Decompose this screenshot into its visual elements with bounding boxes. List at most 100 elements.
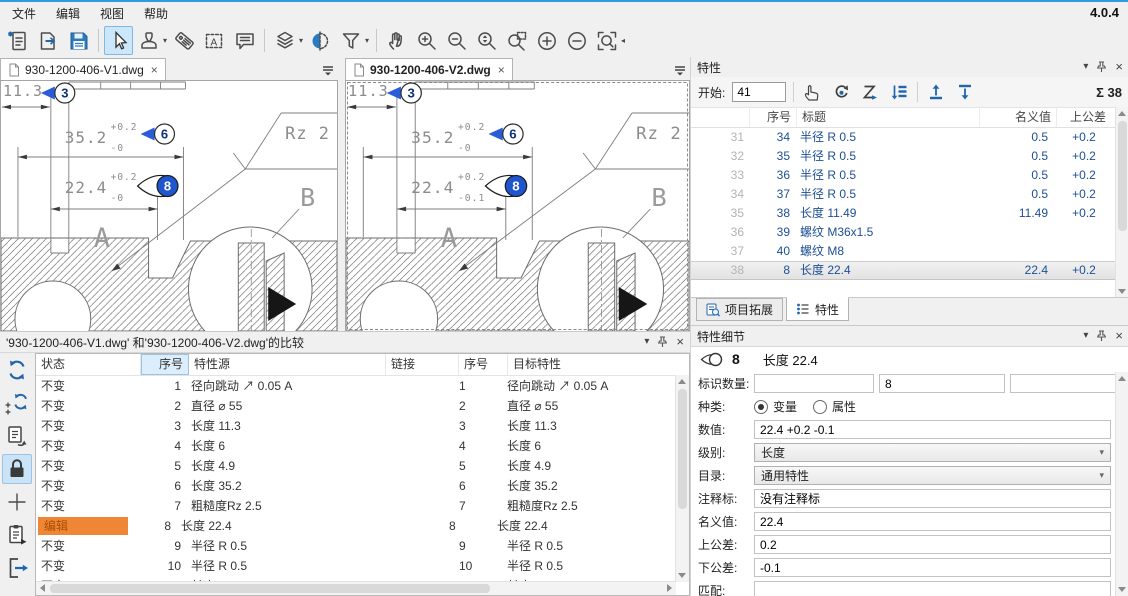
col-upper[interactable]: 上公差	[1057, 107, 1116, 127]
toolbar-overflow-icon[interactable]: ◂	[621, 36, 625, 45]
col-no[interactable]: 序号	[750, 107, 797, 127]
renumber-button[interactable]	[830, 81, 852, 103]
comment-tool-button[interactable]	[230, 26, 259, 55]
details-vertical-scrollbar[interactable]	[1115, 372, 1128, 596]
scroll-left-icon[interactable]	[40, 584, 45, 592]
tab-list-button[interactable]	[670, 60, 690, 80]
balloon-6[interactable]: 6	[141, 124, 175, 144]
col-no-source[interactable]: 序号	[141, 354, 189, 375]
increase-button[interactable]	[532, 26, 561, 55]
zigzag-order-button[interactable]	[859, 81, 881, 103]
report-button[interactable]	[2, 520, 32, 550]
property-row-selected[interactable]: 388长度 22.422.4+0.2-0.1	[691, 261, 1116, 280]
tab-list-button[interactable]	[318, 60, 338, 80]
pan-tool-button[interactable]	[382, 26, 411, 55]
close-icon[interactable]: ×	[1115, 331, 1123, 341]
close-icon[interactable]: ×	[1115, 62, 1123, 72]
balloon-3[interactable]: 3	[41, 83, 75, 103]
scroll-up-icon[interactable]	[1118, 111, 1126, 116]
decrease-button[interactable]	[562, 26, 591, 55]
stamp-tool-button[interactable]	[134, 26, 163, 55]
start-input[interactable]	[732, 82, 786, 102]
scrollbar-thumb[interactable]	[678, 389, 687, 509]
compare-row[interactable]: 不变7粗糙度Rz 2.57粗糙度Rz 2.5	[36, 496, 689, 516]
new-file-button[interactable]	[4, 26, 33, 55]
col-status[interactable]: 状态	[36, 354, 141, 375]
upper-tolerance-input[interactable]	[754, 535, 1111, 554]
select-tool-button[interactable]	[104, 26, 133, 55]
zoom-in-button[interactable]	[412, 26, 441, 55]
balloon-3[interactable]: 3	[387, 83, 422, 103]
compare-vertical-scrollbar[interactable]	[675, 375, 689, 582]
col-nominal[interactable]: 名义值	[980, 107, 1057, 127]
menu-file[interactable]: 文件	[2, 2, 46, 25]
filter-dropdown-caret[interactable]: ▾	[365, 36, 369, 45]
compare-row[interactable]: 不变2直径 ⌀ 552直径 ⌀ 55	[36, 396, 689, 416]
pin-icon[interactable]	[1097, 61, 1106, 73]
tab-properties[interactable]: 特性	[786, 297, 849, 321]
compare-row-edited[interactable]: 编辑8长度 22.48长度 22.4下公差: 0	[36, 516, 689, 536]
property-row[interactable]: 3336半径 R 0.50.5+0.2-0.2	[691, 166, 1116, 185]
scroll-right-icon[interactable]	[667, 584, 672, 592]
tab-930-1200-406-v2[interactable]: 930-1200-406-V2.dwg ×	[345, 58, 513, 80]
id-count-left-input[interactable]	[754, 374, 874, 393]
scrollbar-thumb[interactable]	[50, 584, 490, 593]
zoom-vertical-button[interactable]	[472, 26, 501, 55]
layers-button[interactable]	[270, 26, 299, 55]
pin-icon[interactable]	[1097, 330, 1106, 342]
tab-close-icon[interactable]: ×	[498, 63, 505, 77]
col-source[interactable]: 特性源	[189, 354, 386, 375]
drawing-canvas-v2[interactable]: 11.3 35.2 +0.2 -0 22.4 +0.2 -0.1 Rz 2 A …	[345, 80, 690, 332]
sort-list-button[interactable]	[888, 81, 910, 103]
col-target[interactable]: 目标特性	[508, 354, 690, 375]
property-row[interactable]: 3639螺纹 M36x1.5	[691, 223, 1116, 242]
lower-tolerance-input[interactable]	[754, 558, 1111, 577]
col-no-target[interactable]: 序号	[459, 354, 508, 375]
scroll-down-icon[interactable]	[678, 573, 686, 578]
panel-menu-icon[interactable]: ▾	[1083, 331, 1088, 341]
panel-menu-icon[interactable]: ▾	[1083, 62, 1088, 72]
filter-button[interactable]	[336, 26, 365, 55]
catalog-select[interactable]: 通用特性 ▾	[754, 466, 1111, 485]
property-row[interactable]: 3134半径 R 0.50.5+0.2-0.2	[691, 128, 1116, 147]
open-file-button[interactable]	[34, 26, 63, 55]
compare-row[interactable]: 不变3长度 11.33长度 11.3	[36, 416, 689, 436]
match-input[interactable]	[754, 581, 1111, 596]
property-row[interactable]: 3235半径 R 0.50.5+0.2-0.2	[691, 147, 1116, 166]
note-input[interactable]	[754, 489, 1111, 508]
scrollbar-thumb[interactable]	[1118, 121, 1127, 231]
balloon-8-selected[interactable]: 8	[485, 175, 526, 196]
tag-tool-button[interactable]	[170, 26, 199, 55]
layers-dropdown-caret[interactable]: ▾	[299, 36, 303, 45]
scroll-up-icon[interactable]	[678, 379, 686, 384]
menu-help[interactable]: 帮助	[134, 2, 178, 25]
add-comparison-button[interactable]	[2, 487, 32, 517]
menu-edit[interactable]: 编辑	[46, 2, 90, 25]
compare-row[interactable]: 不变6长度 35.26长度 35.2	[36, 476, 689, 496]
col-link[interactable]: 链接	[386, 354, 459, 375]
menu-view[interactable]: 视图	[90, 2, 134, 25]
compare-row[interactable]: 不变10半径 R 0.510半径 R 0.5	[36, 556, 689, 576]
move-bottom-button[interactable]	[954, 81, 976, 103]
tab-close-icon[interactable]: ×	[151, 63, 158, 77]
balloon-8-selected[interactable]: 8	[138, 175, 178, 196]
scroll-down-icon[interactable]	[1118, 587, 1126, 592]
col-title[interactable]: 标题	[797, 107, 980, 127]
compare-horizontal-scrollbar[interactable]	[36, 581, 676, 595]
recompare-button[interactable]	[2, 355, 32, 385]
compare-row[interactable]: 不变1径向跳动 ↗ 0.05 A1径向跳动 ↗ 0.05 A	[36, 376, 689, 396]
property-row[interactable]: 3538长度 11.4911.49+0.2-0.2	[691, 204, 1116, 223]
panel-menu-icon[interactable]: ▾	[644, 337, 649, 347]
export-button[interactable]	[2, 553, 32, 583]
zoom-fit-button[interactable]	[592, 26, 621, 55]
id-count-right-input[interactable]	[1010, 374, 1116, 393]
property-row[interactable]: 3437半径 R 0.50.5+0.2-0.2	[691, 185, 1116, 204]
close-icon[interactable]: ×	[676, 337, 684, 347]
mirror-compare-button[interactable]	[306, 26, 335, 55]
property-row[interactable]: 3740螺纹 M8	[691, 242, 1116, 261]
radio-label[interactable]: 属性	[832, 398, 856, 415]
save-button[interactable]	[64, 26, 93, 55]
recompare-add-button[interactable]	[2, 388, 32, 418]
value-input[interactable]	[754, 420, 1111, 439]
properties-vertical-scrollbar[interactable]	[1115, 107, 1128, 298]
